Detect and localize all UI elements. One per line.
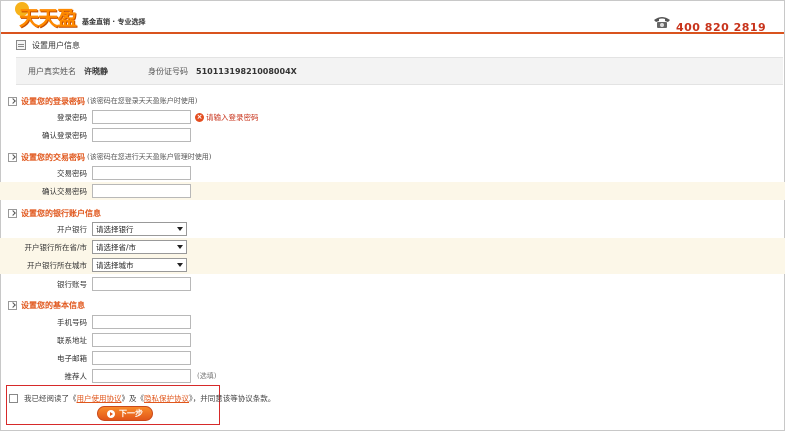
mobile-input[interactable]: [92, 315, 191, 329]
email-label: 电子邮箱: [57, 353, 87, 363]
agreement-line: 我已经阅读了《 用户使用协议 》及《 隐私保护协议 》，并同意该等协议条款。: [9, 393, 275, 404]
mobile-label: 手机号码: [57, 317, 87, 327]
id-number-value: 51011319821008004X: [196, 66, 297, 76]
bank-label: 开户银行: [57, 224, 87, 234]
arrow-icon: [8, 300, 17, 310]
account-label: 银行账号: [57, 279, 87, 289]
province-row: 开户银行所在省/市 请选择省/市: [0, 238, 785, 256]
province-select-value: 请选择省/市: [96, 242, 137, 252]
document-icon: [16, 40, 26, 50]
confirm-login-password-input[interactable]: [92, 128, 191, 142]
arrow-icon: [8, 96, 17, 106]
login-password-input[interactable]: [92, 110, 191, 124]
confirm-trade-password-label: 确认交易密码: [42, 186, 87, 196]
error-icon: ×: [195, 112, 204, 122]
slogan: 基金直销 · 专业选择: [82, 18, 146, 26]
login-password-error-text: 请输入登录密码: [206, 112, 259, 122]
page-title-bar: 设置用户信息: [16, 36, 783, 54]
next-step-label: 下一步: [119, 409, 143, 418]
realname-label: 用户真实姓名: [28, 66, 76, 76]
login-password-note: (该密码在您登录天天盈账户时使用): [87, 97, 198, 105]
trade-password-label: 交易密码: [57, 168, 87, 178]
trade-password-input[interactable]: [92, 166, 191, 180]
bank-select[interactable]: 请选择银行: [92, 222, 187, 236]
site-header: 天天盈 基金直销 · 专业选择 400 820 2819: [1, 1, 784, 34]
privacy-agreement-link[interactable]: 隐私保护协议: [144, 393, 189, 404]
trade-password-note: (该密码在您进行天天盈账户管理时使用): [87, 153, 212, 161]
id-number-label: 身份证号码: [148, 66, 188, 76]
referrer-optional-note: (选填): [197, 372, 217, 380]
login-password-header: 设置您的登录密码 (该密码在您登录天天盈账户时使用): [8, 95, 197, 107]
agreement-middle: 》及《: [121, 394, 145, 403]
account-row: 银行账号: [0, 275, 785, 293]
chevron-down-icon: [177, 227, 183, 231]
referrer-label: 推荐人: [64, 371, 88, 381]
play-icon: [107, 409, 115, 418]
trade-password-header: 设置您的交易密码 (该密码在您进行天天盈账户管理时使用): [8, 151, 211, 163]
trade-password-row: 交易密码: [0, 164, 785, 182]
confirm-login-password-label: 确认登录密码: [42, 130, 87, 140]
city-label: 开户银行所在城市: [27, 260, 87, 270]
login-password-title: 设置您的登录密码: [21, 96, 85, 106]
telephone-icon: [654, 17, 670, 28]
referrer-row: 推荐人 (选填): [0, 367, 785, 385]
agreement-checkbox[interactable]: [9, 394, 18, 403]
confirm-login-password-row: 确认登录密码: [0, 126, 785, 144]
login-password-row: 登录密码 × 请输入登录密码: [0, 108, 785, 126]
mobile-row: 手机号码: [0, 313, 785, 331]
chevron-down-icon: [177, 245, 183, 249]
address-input[interactable]: [92, 333, 191, 347]
email-row: 电子邮箱: [0, 349, 785, 367]
basic-info-header: 设置您的基本信息: [8, 299, 85, 311]
realname-info: 用户真实姓名 许晓静 身份证号码 51011319821008004X: [16, 57, 783, 85]
address-row: 联系地址: [0, 331, 785, 349]
arrow-icon: [8, 152, 17, 162]
trade-password-title: 设置您的交易密码: [21, 152, 85, 162]
chevron-down-icon: [177, 263, 183, 267]
user-agreement-link[interactable]: 用户使用协议: [77, 393, 122, 404]
arrow-icon: [8, 208, 17, 218]
city-row: 开户银行所在城市 请选择城市: [0, 256, 785, 274]
address-label: 联系地址: [57, 335, 87, 345]
page-title: 设置用户信息: [32, 40, 80, 50]
account-input[interactable]: [92, 277, 191, 291]
email-input[interactable]: [92, 351, 191, 365]
confirm-trade-password-input[interactable]: [92, 184, 191, 198]
bank-account-title: 设置您的银行账户信息: [21, 208, 101, 218]
province-select[interactable]: 请选择省/市: [92, 240, 187, 254]
login-password-label: 登录密码: [57, 112, 87, 122]
site-logo[interactable]: 天天盈 基金直销 · 专业选择: [15, 2, 146, 30]
city-select[interactable]: 请选择城市: [92, 258, 187, 272]
realname-value: 许晓静: [84, 66, 108, 76]
bank-row: 开户银行 请选择银行: [0, 220, 785, 238]
confirm-trade-password-row: 确认交易密码: [0, 182, 785, 200]
logo-text: 天天盈: [19, 6, 77, 30]
referrer-input[interactable]: [92, 369, 191, 383]
agreement-prefix: 我已经阅读了《: [24, 394, 77, 403]
bank-select-value: 请选择银行: [96, 224, 134, 234]
agreement-suffix: 》，并同意该等协议条款。: [189, 394, 276, 403]
bank-account-header: 设置您的银行账户信息: [8, 207, 101, 219]
basic-info-title: 设置您的基本信息: [21, 300, 85, 310]
login-password-error: × 请输入登录密码: [195, 112, 259, 123]
province-label: 开户银行所在省/市: [24, 242, 87, 252]
service-phone-number: 400 820 2819: [676, 21, 767, 34]
next-step-button[interactable]: 下一步: [97, 406, 153, 421]
city-select-value: 请选择城市: [96, 260, 134, 270]
